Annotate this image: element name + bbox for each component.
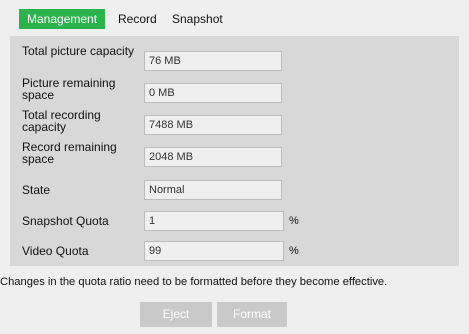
format-button[interactable]: Format	[217, 302, 287, 327]
tab-snapshot[interactable]: Snapshot	[172, 9, 223, 29]
record-remaining-space-label: Record remaining space	[22, 140, 117, 166]
eject-button[interactable]: Eject	[140, 302, 212, 327]
tab-management[interactable]: Management	[19, 9, 106, 29]
tab-record[interactable]: Record	[118, 9, 157, 29]
snapshot-quota-label: Snapshot Quota	[22, 214, 109, 228]
row-total-recording-capacity: Total recording capacity	[10, 106, 459, 136]
picture-remaining-space-field[interactable]	[144, 83, 282, 103]
storage-management-panel: Total picture capacity Picture remaining…	[10, 36, 459, 266]
video-quota-label: Video Quota	[22, 244, 89, 258]
tab-bar: Management Record Snapshot	[0, 0, 469, 29]
video-quota-unit: %	[289, 245, 299, 257]
row-picture-remaining-space: Picture remaining space	[10, 74, 459, 104]
quota-format-note: Changes in the quota ratio need to be fo…	[0, 276, 388, 288]
record-remaining-space-field[interactable]	[144, 147, 282, 167]
total-recording-capacity-field[interactable]	[144, 115, 282, 135]
state-field[interactable]	[144, 180, 282, 200]
video-quota-input[interactable]	[144, 241, 284, 261]
row-record-remaining-space: Record remaining space	[10, 138, 459, 168]
total-picture-capacity-field[interactable]	[144, 51, 282, 71]
picture-remaining-space-label: Picture remaining space	[22, 76, 116, 102]
snapshot-quota-unit: %	[289, 215, 299, 227]
row-video-quota: Video Quota %	[10, 237, 459, 267]
row-total-picture-capacity: Total picture capacity	[10, 42, 459, 72]
row-state: State	[10, 176, 459, 206]
row-snapshot-quota: Snapshot Quota %	[10, 207, 459, 237]
total-picture-capacity-label: Total picture capacity	[22, 44, 135, 58]
total-recording-capacity-label: Total recording capacity	[22, 108, 101, 134]
state-label: State	[22, 183, 51, 197]
snapshot-quota-input[interactable]	[144, 211, 284, 231]
